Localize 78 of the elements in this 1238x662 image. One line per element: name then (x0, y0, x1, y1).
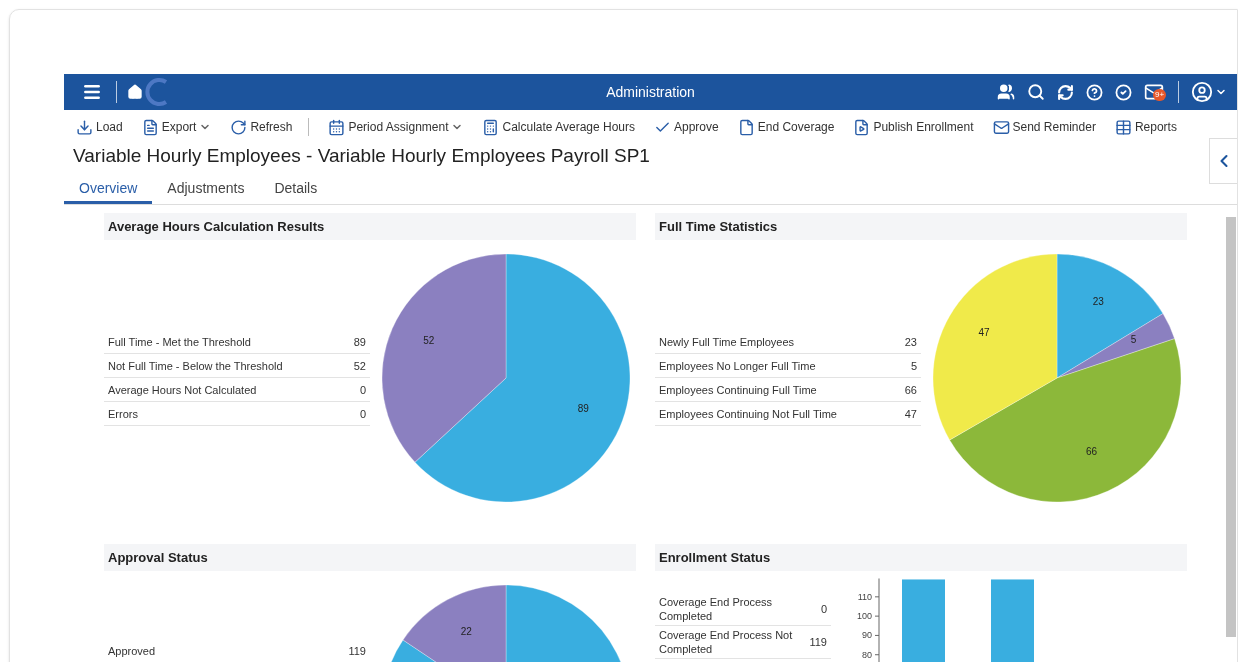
people-icon[interactable] (997, 83, 1015, 101)
tab[interactable]: Adjustments (152, 176, 260, 204)
toolbar-button[interactable]: Send Reminder (992, 118, 1096, 136)
slice-label: 23 (1092, 295, 1104, 307)
stat-label: Coverage End Process Completed (659, 595, 774, 623)
tab[interactable]: Details (259, 176, 333, 204)
panel-header: Average Hours Calculation Results (104, 213, 636, 240)
document-icon (737, 118, 755, 136)
logo-icon (145, 76, 169, 108)
toolbar-button[interactable]: Refresh (230, 118, 310, 136)
user-menu-button[interactable] (1191, 81, 1227, 103)
stat-label: Coverage End Process Not Completed (659, 628, 794, 656)
refresh-icon[interactable] (1057, 83, 1074, 101)
stat-value: 0 (359, 382, 366, 397)
stat-value: 5 (910, 358, 917, 373)
download-icon (76, 118, 93, 136)
slice-label: 22 (460, 625, 472, 637)
toolbar-button[interactable]: Period Assignment (328, 118, 464, 136)
notification-badge: 9+ (1153, 89, 1167, 101)
stat-label: Employees Continuing Full Time (659, 382, 817, 397)
slice-label: 52 (423, 335, 435, 347)
stat-value: 66 (904, 382, 917, 397)
toolbar-button[interactable]: End Coverage (737, 118, 835, 136)
stat-label: Full Time - Met the Threshold (108, 334, 251, 349)
stat-value: 119 (348, 643, 366, 658)
spreadsheet-icon (1114, 118, 1132, 136)
stat-label: Errors (108, 406, 138, 421)
document-icon (141, 118, 159, 136)
stat-label: Average Hours Not Calculated (108, 382, 257, 397)
search-icon[interactable] (1027, 83, 1045, 101)
check-circle-icon[interactable] (1115, 83, 1132, 101)
stat-label: Employees Continuing Not Full Time (659, 406, 837, 421)
stat-value: 0 (359, 406, 366, 421)
stat-label: Employees No Longer Full Time (659, 358, 816, 373)
home-button[interactable] (127, 84, 143, 100)
toolbar-button[interactable]: Publish Enrollment (853, 118, 974, 136)
y-tick-label: 110 (857, 591, 872, 602)
panel-header: Full Time Statistics (655, 213, 1187, 240)
slice-label: 5 (1130, 333, 1137, 345)
help-icon[interactable] (1086, 83, 1103, 101)
axis-tick: 90 (862, 630, 880, 641)
tab[interactable]: Overview (64, 176, 153, 204)
stat-value: 0 (820, 602, 827, 616)
slice-label: 47 (978, 326, 990, 338)
axis-tick: 110 (857, 591, 880, 602)
toolbar-button[interactable]: Approve (654, 118, 719, 136)
mail-icon[interactable] (1144, 82, 1164, 102)
page-title: Variable Hourly Employees - Variable Hourly Employees Payroll SP1 (72, 144, 651, 168)
y-tick-label: 80 (862, 649, 872, 660)
scrollbar[interactable] (1226, 217, 1236, 637)
document-icon (853, 118, 871, 136)
envelope-icon (992, 118, 1010, 136)
slice-label: 66 (1086, 445, 1098, 457)
stat-value: 52 (353, 358, 366, 373)
menu-button[interactable] (82, 82, 102, 102)
toolbar-button[interactable]: Export (141, 118, 212, 136)
panel-header: Enrollment Status (655, 544, 1187, 571)
y-tick-label: 100 (857, 611, 872, 622)
stat-value: 23 (904, 334, 917, 349)
panel-header: Approval Status (104, 544, 636, 571)
y-tick-label: 90 (862, 630, 872, 641)
toolbar-button[interactable]: Load (76, 118, 123, 136)
calendar-icon (328, 118, 346, 136)
stat-label: Newly Full Time Employees (659, 334, 795, 349)
slice-label: 89 (577, 402, 589, 414)
stat-value: 89 (353, 334, 366, 349)
toolbar-button[interactable]: Calculate Average Hours (482, 118, 635, 136)
stat-value: 119 (809, 635, 827, 649)
header-title: Administration (606, 82, 695, 102)
stat-value: 47 (904, 406, 917, 421)
toolbar-button[interactable]: Reports (1114, 118, 1177, 136)
calculator-icon (482, 118, 500, 136)
axis-tick: 80 (862, 649, 880, 660)
user-icon (1191, 81, 1213, 103)
refresh-icon (230, 118, 248, 136)
stat-label: Approved (108, 643, 156, 658)
stat-label: Not Full Time - Below the Threshold (108, 358, 283, 373)
axis-tick: 100 (857, 611, 880, 622)
